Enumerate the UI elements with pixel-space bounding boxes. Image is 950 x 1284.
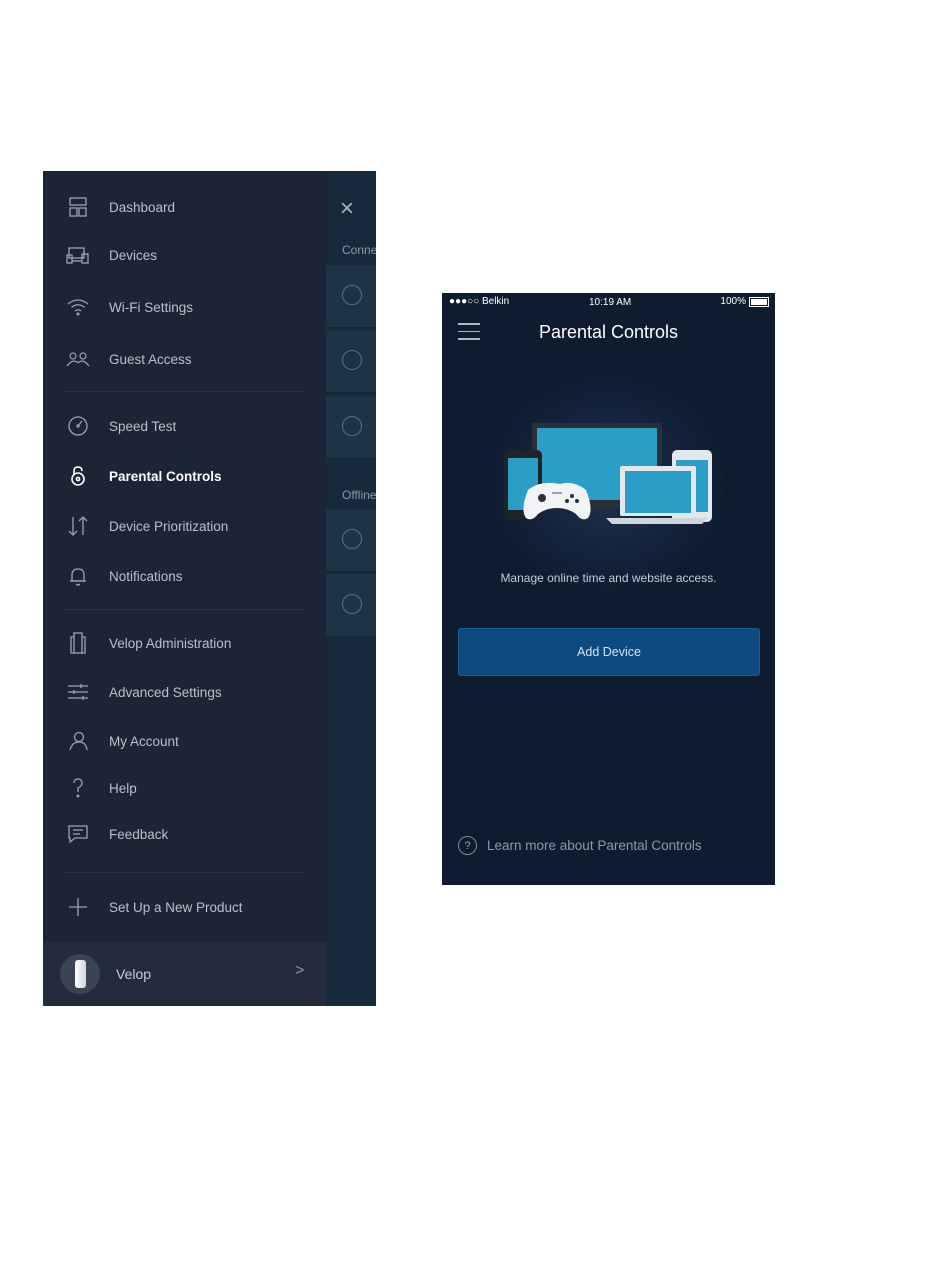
bell-icon [65,563,91,589]
nav-item-speed-test[interactable]: Speed Test [43,406,326,446]
device-row[interactable] [326,330,376,393]
nav-item-notifications[interactable]: Notifications [43,556,326,596]
nav-label-wifi-settings: Wi-Fi Settings [109,299,194,315]
parental-controls-screenshot: ●●●○○ Belkin 10:19 AM 100% Parental Cont… [442,293,775,885]
page-title: Parental Controls [538,322,679,342]
add-device-button[interactable]: Add Device [458,628,760,676]
nav-label-notifications: Notifications [109,568,183,584]
device-status-circle-icon [342,350,362,370]
nav-label-guest-access: Guest Access [109,351,192,367]
velop-network-button[interactable]: Velop > [43,942,326,1006]
battery-icon [749,296,769,307]
nav-item-set-up-new-product[interactable]: Set Up a New Product [43,887,326,927]
guest-access-icon [65,346,91,372]
nav-item-devices[interactable]: Devices [43,235,326,275]
devices-illustration [504,423,712,524]
help-circle-icon: ? [458,836,477,855]
nav-label-my-account: My Account [109,733,179,749]
battery-percent: 100% [720,296,746,307]
nav-label-parental-controls: Parental Controls [109,468,222,484]
carrier-label: ●●●○○ Belkin [449,296,510,307]
nav-item-dashboard[interactable]: Dashboard [43,187,326,227]
clock-label: 10:19 AM [589,297,632,308]
battery-indicator: 100% [720,296,769,307]
device-status-circle-icon [342,285,362,305]
device-status-circle-icon [342,416,362,436]
plus-icon [65,894,91,920]
device-status-circle-icon [342,594,362,614]
nav-label-dashboard: Dashboard [109,199,176,215]
background-devices-panel: × Conne Offline [326,171,376,1006]
help-icon [65,775,91,801]
nav-label-help: Help [109,780,137,796]
nav-label-devices: Devices [109,247,158,263]
nav-drawer: Dashboard Devices Wi-Fi Settings Guest A… [43,171,326,1006]
nav-label-speed-test: Speed Test [109,418,177,434]
nav-item-feedback[interactable]: Feedback [43,814,326,854]
nav-item-parental-controls[interactable]: Parental Controls [43,456,326,496]
lock-icon [65,463,91,489]
dashboard-icon [65,194,91,220]
nav-label-device-prioritization: Device Prioritization [109,518,229,534]
description-text: Manage online time and website access. [500,571,717,585]
nav-label-set-up-new-product: Set Up a New Product [109,899,243,915]
devices-icon [65,242,91,268]
nav-divider [62,872,303,873]
learn-more-label: Learn more about Parental Controls [487,838,702,853]
section-header-connected: Conne [342,243,376,257]
velop-network-label: Velop [116,966,152,982]
nav-label-advanced-settings: Advanced Settings [109,684,222,700]
user-icon [65,728,91,754]
nav-divider [62,609,303,610]
nav-item-advanced-settings[interactable]: Advanced Settings [43,672,326,712]
close-icon[interactable]: × [340,197,354,221]
sliders-icon [65,679,91,705]
nav-item-device-prioritization[interactable]: Device Prioritization [43,506,326,546]
velop-node-avatar [60,954,100,994]
nav-divider [62,391,303,392]
speedometer-icon [65,413,91,439]
prioritization-arrows-icon [65,513,91,539]
device-row[interactable] [326,574,376,637]
nav-item-help[interactable]: Help [43,768,326,808]
wifi-icon [65,294,91,320]
feedback-icon [65,821,91,847]
nav-item-velop-administration[interactable]: Velop Administration [43,623,326,663]
nav-label-feedback: Feedback [109,826,169,842]
nav-item-my-account[interactable]: My Account [43,721,326,761]
section-header-offline: Offline [342,488,376,502]
nav-drawer-screenshot: Dashboard Devices Wi-Fi Settings Guest A… [43,171,376,1006]
learn-more-link[interactable]: ? Learn more about Parental Controls [458,836,702,855]
nav-item-guest-access[interactable]: Guest Access [43,339,326,379]
status-bar: ●●●○○ Belkin 10:19 AM 100% [442,293,775,311]
device-row[interactable] [326,509,376,572]
nav-item-wifi-settings[interactable]: Wi-Fi Settings [43,287,326,327]
velop-admin-icon [65,630,91,656]
velop-node-icon [74,960,86,988]
device-row[interactable] [326,265,376,328]
nav-label-velop-administration: Velop Administration [109,635,232,651]
device-row[interactable] [326,396,376,459]
chevron-right-icon: > [295,962,305,979]
device-status-circle-icon [342,529,362,549]
